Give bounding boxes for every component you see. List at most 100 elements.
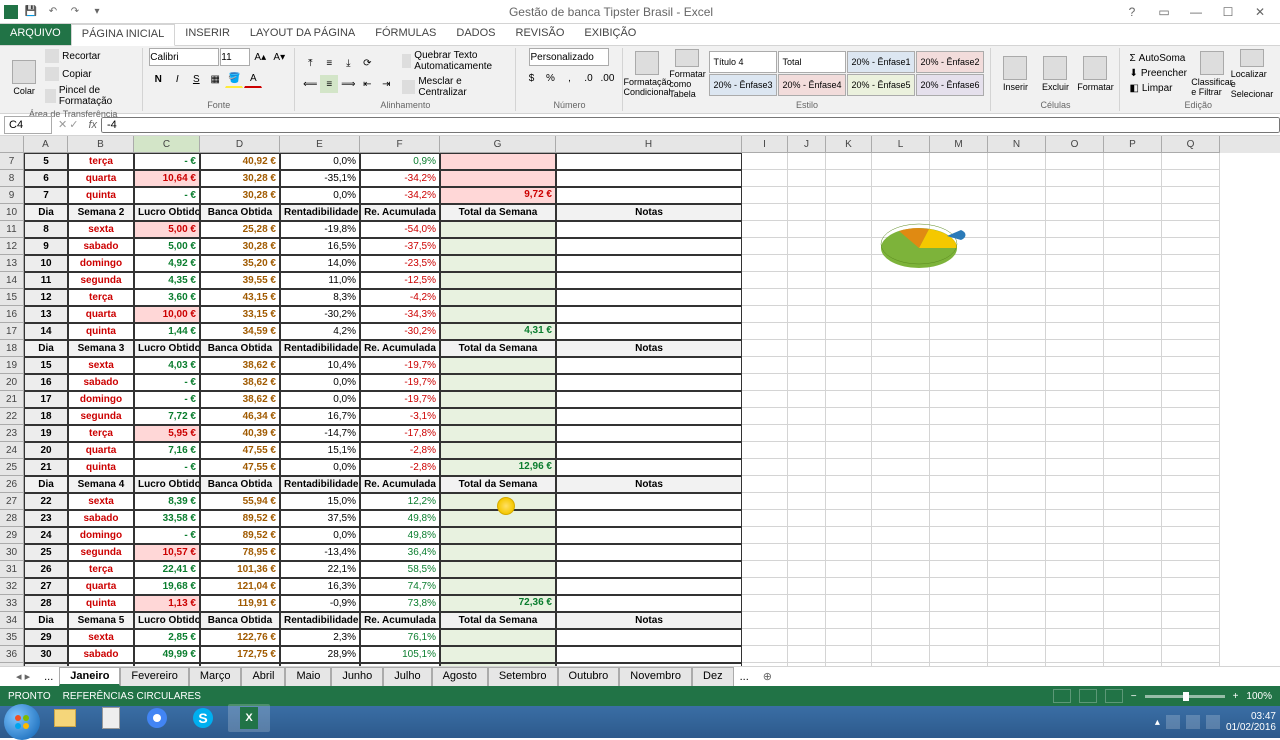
header-cell[interactable]: Dia xyxy=(24,476,68,493)
cell[interactable] xyxy=(872,663,930,666)
cell[interactable]: 30 xyxy=(24,646,68,663)
cell[interactable] xyxy=(742,612,788,629)
cell[interactable] xyxy=(930,408,988,425)
cell[interactable]: 43,15 € xyxy=(200,289,280,306)
maximize-icon[interactable]: ☐ xyxy=(1216,2,1240,22)
style-cell[interactable]: 20% - Ênfase1 xyxy=(847,51,915,73)
cell[interactable] xyxy=(742,187,788,204)
header-cell[interactable]: Semana 5 xyxy=(68,612,134,629)
cell[interactable] xyxy=(440,391,556,408)
cell[interactable]: 49,8% xyxy=(360,510,440,527)
cell[interactable] xyxy=(1104,153,1162,170)
ribbon-tab-inserir[interactable]: INSERIR xyxy=(175,24,240,45)
accept-fx-icon[interactable]: ✓ xyxy=(69,118,78,131)
cell[interactable] xyxy=(872,561,930,578)
cell[interactable]: terça xyxy=(68,153,134,170)
row-header[interactable]: 21 xyxy=(0,391,24,408)
cell[interactable] xyxy=(556,595,742,612)
style-cell[interactable]: Total xyxy=(778,51,846,73)
header-cell[interactable]: Banca Obtida xyxy=(200,612,280,629)
cell[interactable] xyxy=(742,221,788,238)
cell[interactable]: 34,59 € xyxy=(200,323,280,340)
cell[interactable] xyxy=(930,187,988,204)
cell[interactable]: 15,1% xyxy=(280,442,360,459)
cell[interactable] xyxy=(930,425,988,442)
cell[interactable] xyxy=(788,289,826,306)
row-header[interactable]: 12 xyxy=(0,238,24,255)
row-header[interactable]: 19 xyxy=(0,357,24,374)
minimize-icon[interactable]: — xyxy=(1184,2,1208,22)
cell[interactable] xyxy=(440,255,556,272)
cell[interactable]: 26 xyxy=(24,561,68,578)
cell[interactable] xyxy=(1046,493,1104,510)
cell[interactable] xyxy=(826,170,872,187)
cell[interactable] xyxy=(788,221,826,238)
cell[interactable] xyxy=(742,544,788,561)
dec-inc-icon[interactable]: .0 xyxy=(579,69,597,87)
cell[interactable] xyxy=(742,204,788,221)
merge-button[interactable]: Mesclar e Centralizar xyxy=(399,75,509,99)
cell[interactable] xyxy=(872,595,930,612)
row-header[interactable]: 9 xyxy=(0,187,24,204)
cell[interactable]: 4,2% xyxy=(280,323,360,340)
cell[interactable]: 40,92 € xyxy=(200,153,280,170)
cell[interactable]: 28 xyxy=(24,595,68,612)
cell[interactable]: 22 xyxy=(24,493,68,510)
cell[interactable] xyxy=(930,170,988,187)
cell[interactable] xyxy=(1104,527,1162,544)
cell[interactable] xyxy=(988,476,1046,493)
cell[interactable]: -3,1% xyxy=(360,408,440,425)
cell[interactable] xyxy=(988,221,1046,238)
cell[interactable] xyxy=(742,408,788,425)
cell[interactable] xyxy=(1104,306,1162,323)
cell[interactable]: domingo xyxy=(68,527,134,544)
cell[interactable]: quarta xyxy=(68,170,134,187)
cell[interactable] xyxy=(742,663,788,666)
copy-button[interactable]: Copiar xyxy=(42,66,136,82)
cell[interactable] xyxy=(556,289,742,306)
cell[interactable] xyxy=(1162,663,1220,666)
header-cell[interactable]: Banca Obtida xyxy=(200,476,280,493)
sheet-tab[interactable]: Junho xyxy=(331,667,383,686)
cell[interactable] xyxy=(742,629,788,646)
cell[interactable] xyxy=(1162,459,1220,476)
cell[interactable] xyxy=(988,170,1046,187)
percent-icon[interactable]: % xyxy=(541,69,559,87)
cell[interactable] xyxy=(988,272,1046,289)
cell[interactable] xyxy=(1162,255,1220,272)
cell[interactable] xyxy=(826,612,872,629)
cell[interactable]: 19 xyxy=(24,425,68,442)
cell[interactable] xyxy=(742,255,788,272)
cell[interactable]: 10,00 € xyxy=(134,306,200,323)
underline-button[interactable]: S xyxy=(187,70,205,88)
cell[interactable] xyxy=(556,561,742,578)
cell[interactable] xyxy=(556,442,742,459)
cell[interactable]: 46,34 € xyxy=(200,408,280,425)
cell[interactable]: -54,0% xyxy=(360,221,440,238)
conditional-format-button[interactable]: Formatação Condicional xyxy=(629,49,665,99)
ribbon-tab-dados[interactable]: DADOS xyxy=(446,24,505,45)
cell[interactable] xyxy=(1046,272,1104,289)
cell[interactable] xyxy=(1104,170,1162,187)
cell[interactable] xyxy=(930,374,988,391)
col-header[interactable]: O xyxy=(1046,136,1104,153)
cell[interactable] xyxy=(440,272,556,289)
cell[interactable] xyxy=(742,170,788,187)
cell[interactable]: 39,55 € xyxy=(200,272,280,289)
cell[interactable] xyxy=(556,459,742,476)
cell[interactable] xyxy=(788,544,826,561)
cell[interactable] xyxy=(1162,442,1220,459)
tray-flag-icon[interactable] xyxy=(1166,715,1180,729)
indent-dec-icon[interactable]: ⇤ xyxy=(358,75,376,93)
fx-icon[interactable]: fx xyxy=(84,119,101,131)
cell[interactable] xyxy=(1104,238,1162,255)
cell[interactable] xyxy=(742,238,788,255)
cell[interactable] xyxy=(930,493,988,510)
cell[interactable] xyxy=(930,391,988,408)
row-header[interactable]: 8 xyxy=(0,170,24,187)
cell[interactable] xyxy=(826,646,872,663)
header-cell[interactable]: Dia xyxy=(24,204,68,221)
cell[interactable] xyxy=(872,153,930,170)
cell[interactable]: 15,0% xyxy=(280,493,360,510)
row-header[interactable]: 18 xyxy=(0,340,24,357)
